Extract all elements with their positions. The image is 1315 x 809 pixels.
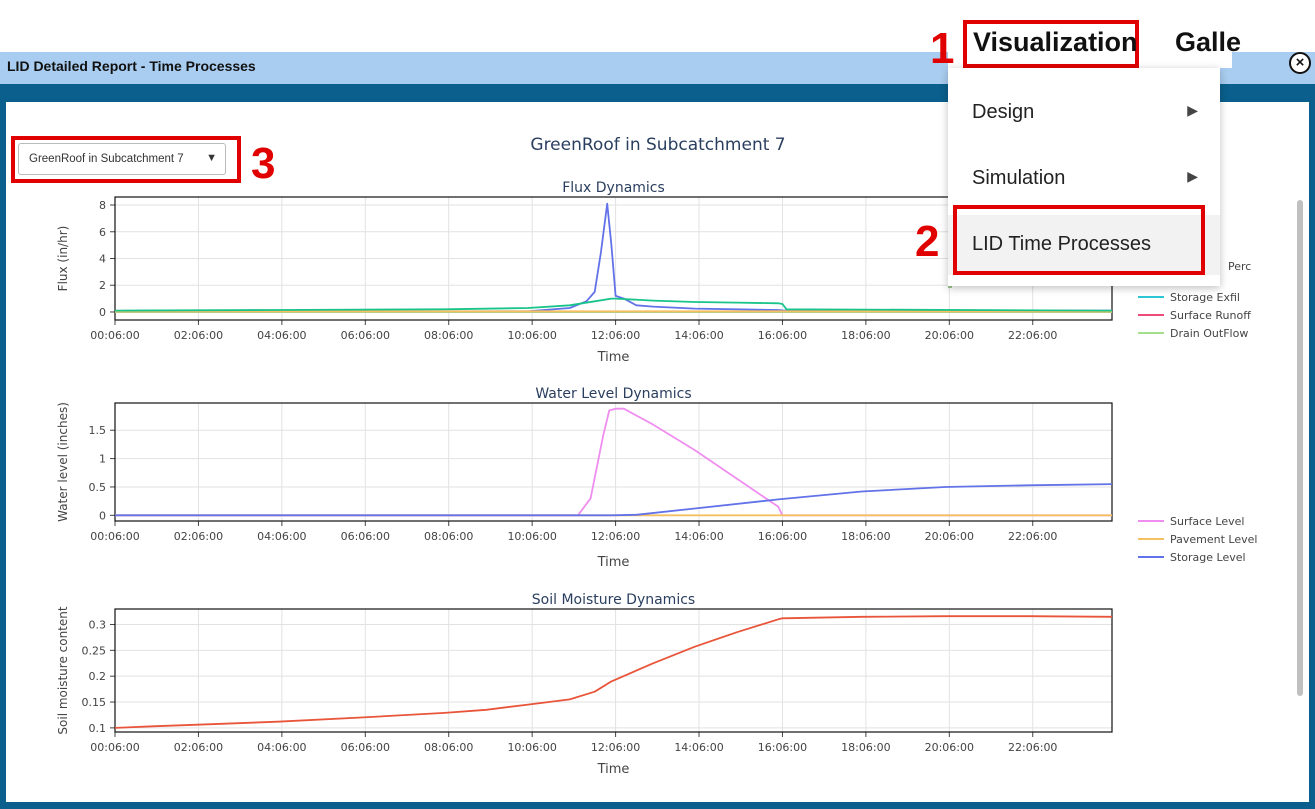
y-tick-label: 0.15 [82, 696, 107, 709]
x-tick-label: 10:06:00 [507, 741, 556, 754]
x-tick-label: 06:06:00 [341, 329, 390, 342]
x-tick-label: 06:06:00 [341, 741, 390, 754]
y-tick-label: 4 [99, 253, 106, 266]
y-tick-label: 0.3 [89, 619, 107, 632]
x-tick-label: 02:06:00 [174, 741, 223, 754]
annotation-number-2: 2 [915, 217, 940, 266]
menu-item-label: Simulation [972, 167, 1066, 189]
x-axis-label: Time [597, 762, 630, 777]
y-tick-label: 0 [99, 509, 106, 522]
x-tick-label: 14:06:00 [674, 329, 723, 342]
chart-2: 00:06:00 02:06:00 04:06:00 06:06:00 08:06:00… [56, 386, 1257, 570]
x-tick-label: 14:06:00 [674, 741, 723, 754]
nav-gallery[interactable]: Galle [1175, 27, 1241, 58]
y-axis-label: Soil moisture content [56, 606, 70, 734]
x-tick-label: 04:06:00 [257, 741, 306, 754]
legend-label: Storage Exfil [1170, 291, 1240, 304]
legend-fragment-3: Perc [1228, 260, 1251, 273]
y-tick-label: 0.25 [82, 644, 107, 657]
x-tick-label: 12:06:00 [591, 530, 640, 543]
x-tick-label: 10:06:00 [507, 329, 556, 342]
y-axis-label: Flux (in/hr) [56, 226, 70, 292]
x-tick-label: 16:06:00 [758, 741, 807, 754]
menu-item-label: Design [972, 101, 1035, 123]
x-tick-label: 04:06:00 [257, 329, 306, 342]
y-tick-label: 1 [99, 453, 106, 466]
series-line [115, 483, 1113, 517]
x-tick-label: 00:06:00 [90, 329, 139, 342]
x-tick-label: 12:06:00 [591, 741, 640, 754]
x-tick-label: 22:06:00 [1008, 530, 1057, 543]
plot-frame [114, 608, 1113, 733]
y-tick-label: 0.1 [89, 722, 107, 735]
legend-label: Pavement Level [1170, 533, 1257, 546]
y-axis-label: Water level (inches) [56, 402, 70, 522]
y-tick-label: 0.5 [89, 481, 107, 494]
x-tick-label: 22:06:00 [1008, 741, 1057, 754]
x-tick-label: 08:06:00 [424, 329, 473, 342]
x-tick-label: 02:06:00 [174, 329, 223, 342]
series-line [115, 407, 1112, 517]
chart-title: Water Level Dynamics [535, 386, 691, 402]
chevron-right-icon: ▶ [1187, 168, 1198, 184]
series-line [114, 615, 1113, 729]
x-tick-label: 12:06:00 [591, 329, 640, 342]
x-tick-label: 16:06:00 [758, 329, 807, 342]
x-tick-label: 16:06:00 [758, 530, 807, 543]
legend-label: Storage Level [1170, 551, 1246, 564]
menu-item-design[interactable]: Design ▶ [948, 83, 1220, 143]
nav-visualization[interactable]: Visualization [973, 27, 1138, 58]
x-tick-label: 18:06:00 [841, 530, 890, 543]
x-tick-label: 20:06:00 [925, 329, 974, 342]
x-axis-label: Time [597, 350, 630, 365]
series-line [114, 297, 1113, 312]
x-tick-label: 02:06:00 [174, 530, 223, 543]
y-tick-label: 1.5 [89, 424, 107, 437]
y-tick-label: 0 [99, 306, 106, 319]
y-tick-label: 8 [99, 199, 106, 212]
x-tick-label: 18:06:00 [841, 741, 890, 754]
menu-item-simulation[interactable]: Simulation ▶ [948, 149, 1220, 209]
legend-label: Drain OutFlow [1170, 327, 1248, 340]
x-tick-label: 00:06:00 [90, 741, 139, 754]
legend-label: Surface Runoff [1170, 309, 1251, 322]
x-tick-label: 00:06:00 [90, 530, 139, 543]
x-tick-label: 08:06:00 [424, 530, 473, 543]
x-tick-label: 18:06:00 [841, 329, 890, 342]
x-tick-label: 06:06:00 [341, 530, 390, 543]
x-tick-label: 20:06:00 [925, 530, 974, 543]
x-tick-label: 20:06:00 [925, 741, 974, 754]
y-tick-label: 6 [99, 226, 106, 239]
report-title: GreenRoof in Subcatchment 7 [530, 135, 785, 155]
annotation-number-1: 1 [930, 24, 955, 73]
plot-frame [114, 402, 1113, 522]
annotation-box-2 [953, 205, 1205, 275]
chart-title: Soil Moisture Dynamics [532, 592, 695, 608]
y-tick-label: 2 [99, 279, 106, 292]
chart-3: 00:06:00 02:06:00 04:06:00 06:06:00 08:06:00… [56, 592, 1113, 777]
y-tick-label: 0.2 [89, 670, 107, 683]
x-tick-label: 10:06:00 [507, 530, 556, 543]
x-axis-label: Time [597, 555, 630, 570]
legend-label: Surface Level [1170, 515, 1244, 528]
x-tick-label: 08:06:00 [424, 741, 473, 754]
chevron-right-icon: ▶ [1187, 102, 1198, 118]
chart-title: Flux Dynamics [562, 180, 665, 196]
x-tick-label: 22:06:00 [1008, 329, 1057, 342]
x-tick-label: 14:06:00 [674, 530, 723, 543]
x-tick-label: 04:06:00 [257, 530, 306, 543]
